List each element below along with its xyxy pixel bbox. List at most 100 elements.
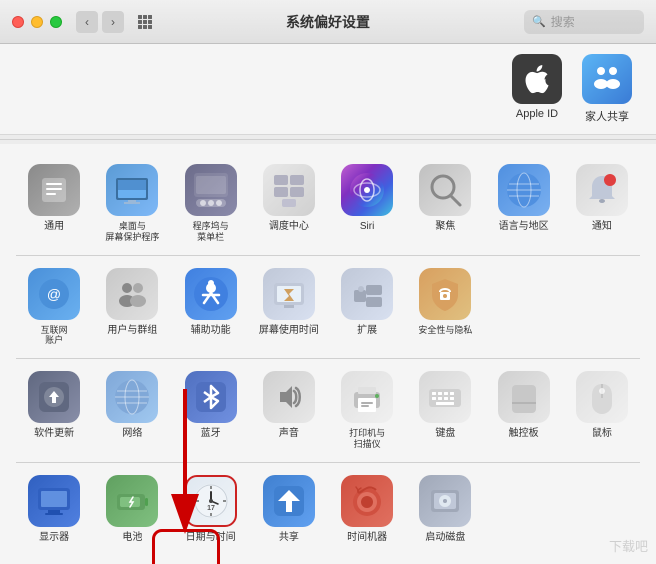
pref-notification[interactable]: 通知	[564, 156, 640, 251]
notification-icon	[576, 164, 628, 216]
startup-label: 启动磁盘	[425, 532, 465, 544]
close-button[interactable]	[12, 16, 24, 28]
screentime-icon	[263, 268, 315, 320]
mouse-label: 鼠标	[592, 428, 612, 440]
extensions-label: 扩展	[357, 325, 377, 337]
minimize-button[interactable]	[31, 16, 43, 28]
security-icon	[419, 268, 471, 320]
spotlight-label: 聚焦	[435, 221, 455, 233]
pref-dock[interactable]: 程序坞与菜单栏	[173, 156, 249, 251]
printer-icon	[341, 371, 393, 423]
siri-label: Siri	[360, 221, 374, 233]
keyboard-label: 键盘	[435, 428, 455, 440]
pref-language[interactable]: 语言与地区	[486, 156, 562, 251]
traffic-lights	[12, 16, 62, 28]
mission-label: 调度中心	[269, 221, 309, 233]
pref-desktop[interactable]: 桌面与屏幕保护程序	[94, 156, 170, 251]
sharing-label: 共享	[279, 532, 299, 544]
security-label: 安全性与隐私	[418, 325, 472, 336]
datetime-icon: 17	[185, 475, 237, 527]
mouse-icon	[576, 371, 628, 423]
pref-software[interactable]: 软件更新	[16, 363, 92, 458]
pref-users[interactable]: 用户与群组	[94, 260, 170, 355]
software-label: 软件更新	[34, 428, 74, 440]
pref-display[interactable]: 显示器	[16, 467, 92, 552]
pref-printer[interactable]: 打印机与扫描仪	[329, 363, 405, 458]
separator-1	[0, 139, 656, 140]
window-title: 系统偏好设置	[286, 12, 370, 32]
sharing-icon	[263, 475, 315, 527]
language-icon	[498, 164, 550, 216]
apps-grid-button[interactable]	[134, 11, 156, 33]
main-content: 通用 桌面与屏幕保护程序	[0, 144, 656, 564]
sound-label: 声音	[279, 428, 299, 440]
forward-button[interactable]: ›	[102, 11, 124, 33]
bluetooth-icon	[185, 371, 237, 423]
pref-bluetooth[interactable]: 蓝牙	[173, 363, 249, 458]
extensions-icon	[341, 268, 393, 320]
watermark: 下载吧	[609, 536, 648, 555]
top-icons-area: Apple ID 家人共享	[0, 44, 656, 135]
users-icon	[106, 268, 158, 320]
network-icon	[106, 371, 158, 423]
software-icon	[28, 371, 80, 423]
pref-datetime[interactable]: 17 日期与时间	[173, 467, 249, 552]
bluetooth-label: 蓝牙	[201, 428, 221, 440]
pref-trackpad[interactable]: 触控板	[486, 363, 562, 458]
keyboard-icon	[419, 371, 471, 423]
family-sharing-icon	[582, 54, 632, 104]
pref-battery[interactable]: 电池	[94, 467, 170, 552]
display-label: 显示器	[39, 532, 69, 544]
pref-keyboard[interactable]: 键盘	[407, 363, 483, 458]
trackpad-label: 触控板	[509, 428, 539, 440]
pref-startup[interactable]: 启动磁盘	[407, 467, 483, 552]
pref-security[interactable]: 安全性与隐私	[407, 260, 483, 355]
back-button[interactable]: ‹	[76, 11, 98, 33]
pref-mouse[interactable]: 鼠标	[564, 363, 640, 458]
pref-extensions[interactable]: 扩展	[329, 260, 405, 355]
search-icon: 🔍	[532, 15, 546, 28]
internet-label: 互联网账户	[41, 325, 68, 347]
prefs-row-2: @ 互联网账户 用户与群组	[16, 260, 640, 355]
pref-mission[interactable]: 调度中心	[251, 156, 327, 251]
timemachine-icon	[341, 475, 393, 527]
pref-screentime[interactable]: 屏幕使用时间	[251, 260, 327, 355]
printer-label: 打印机与扫描仪	[349, 428, 385, 450]
pref-internet[interactable]: @ 互联网账户	[16, 260, 92, 355]
separator-row3	[16, 462, 640, 463]
svg-text:@: @	[47, 286, 61, 302]
battery-label: 电池	[122, 532, 142, 544]
nav-buttons: ‹ ›	[76, 11, 124, 33]
pref-network[interactable]: 网络	[94, 363, 170, 458]
grid-icon	[138, 15, 152, 29]
pref-general[interactable]: 通用	[16, 156, 92, 251]
pref-sharing[interactable]: 共享	[251, 467, 327, 552]
search-bar[interactable]: 🔍 搜索	[524, 10, 644, 34]
sound-icon	[263, 371, 315, 423]
pref-siri[interactable]: Siri	[329, 156, 405, 251]
prefs-row-4: 显示器 电池	[16, 467, 640, 552]
separator-row2	[16, 358, 640, 359]
pref-accessibility[interactable]: 辅助功能	[173, 260, 249, 355]
startup-icon	[419, 475, 471, 527]
general-label: 通用	[44, 221, 64, 233]
internet-icon: @	[28, 268, 80, 320]
screentime-label: 屏幕使用时间	[259, 325, 319, 337]
apple-id-icon	[512, 54, 562, 104]
pref-empty3	[486, 467, 562, 552]
accessibility-icon	[185, 268, 237, 320]
dock-label: 程序坞与菜单栏	[193, 221, 229, 243]
network-label: 网络	[122, 428, 142, 440]
family-sharing-icon-item[interactable]: 家人共享	[582, 54, 632, 124]
users-label: 用户与群组	[107, 325, 157, 337]
language-label: 语言与地区	[499, 221, 549, 233]
desktop-label: 桌面与屏幕保护程序	[105, 221, 159, 243]
pref-spotlight[interactable]: 聚焦	[407, 156, 483, 251]
pref-timemachine[interactable]: 时间机器	[329, 467, 405, 552]
zoom-button[interactable]	[50, 16, 62, 28]
spotlight-icon	[419, 164, 471, 216]
accessibility-label: 辅助功能	[191, 325, 231, 337]
apple-id-icon-item[interactable]: Apple ID	[512, 54, 562, 124]
pref-empty1	[486, 260, 562, 355]
pref-sound[interactable]: 声音	[251, 363, 327, 458]
